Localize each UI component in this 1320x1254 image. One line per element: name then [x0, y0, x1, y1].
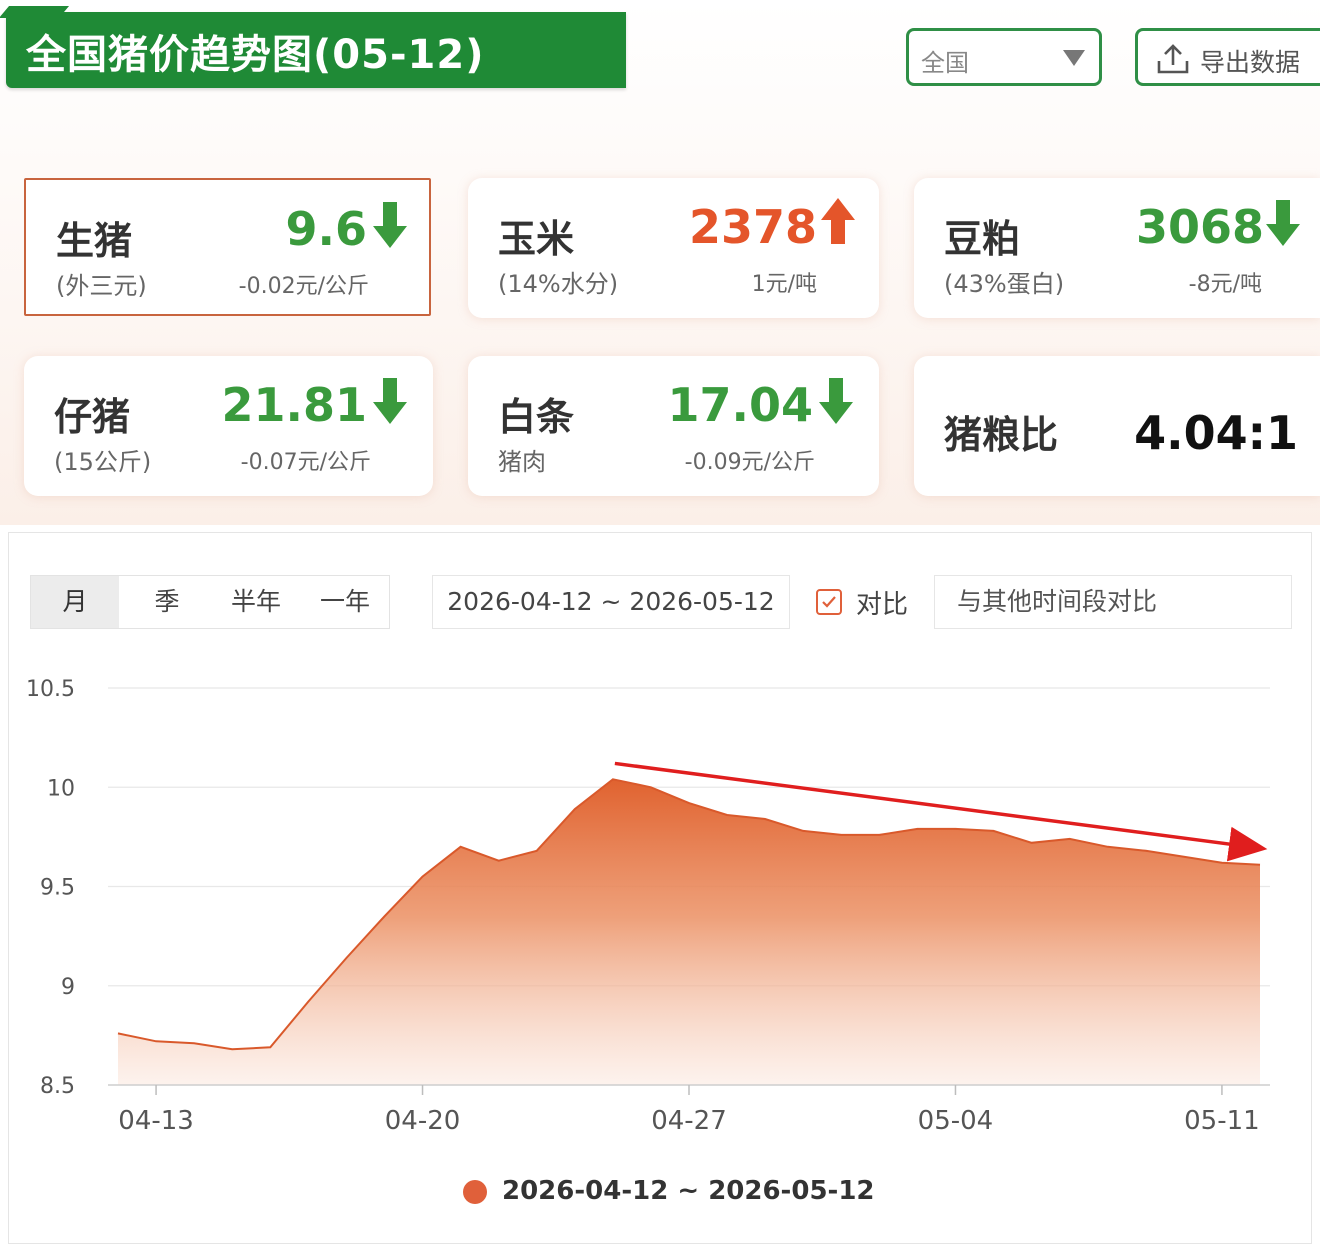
data-point [573, 808, 576, 811]
data-point [421, 875, 424, 878]
data-point [1106, 845, 1109, 848]
data-point [916, 827, 919, 830]
data-point [459, 845, 462, 848]
x-tick-label: 04-27 [651, 1106, 727, 1136]
legend-label: 2026-04-12 ~ 2026-05-12 [502, 1176, 875, 1206]
data-point [1144, 849, 1147, 852]
data-point [649, 786, 652, 789]
data-point [688, 802, 691, 805]
data-point [193, 1042, 196, 1045]
price-area-chart: 10.5 10 9.5 9 8.5 04-13 04-20 04-27 05-04 05-11 [26, 677, 1270, 1136]
y-tick-label: 10.5 [26, 677, 75, 702]
data-point [611, 778, 614, 781]
data-point [726, 814, 729, 817]
x-tick-label: 04-13 [118, 1106, 194, 1136]
data-point [802, 829, 805, 832]
data-point [155, 1040, 158, 1043]
data-point [1068, 837, 1071, 840]
y-tick-label: 8.5 [40, 1074, 75, 1099]
data-point [307, 1000, 310, 1003]
data-point [954, 827, 957, 830]
data-point [535, 849, 538, 852]
data-point [345, 956, 348, 959]
data-point [840, 833, 843, 836]
data-point [497, 859, 500, 862]
data-point [992, 829, 995, 832]
data-point [269, 1046, 272, 1049]
data-point [1030, 841, 1033, 844]
data-point [764, 818, 767, 821]
legend-marker [463, 1180, 487, 1204]
y-tick-label: 10 [47, 776, 75, 801]
data-point [878, 833, 881, 836]
x-tick-label: 05-04 [918, 1106, 994, 1136]
y-tick-label: 9.5 [40, 876, 75, 901]
data-point [383, 915, 386, 918]
data-point [1259, 863, 1262, 866]
data-point [1182, 855, 1185, 858]
data-point [231, 1048, 234, 1051]
x-tick-label: 04-20 [385, 1106, 461, 1136]
x-tick-label: 05-11 [1184, 1106, 1260, 1136]
data-point [1220, 861, 1223, 864]
data-point [117, 1032, 120, 1035]
y-tick-label: 9 [61, 975, 75, 1000]
